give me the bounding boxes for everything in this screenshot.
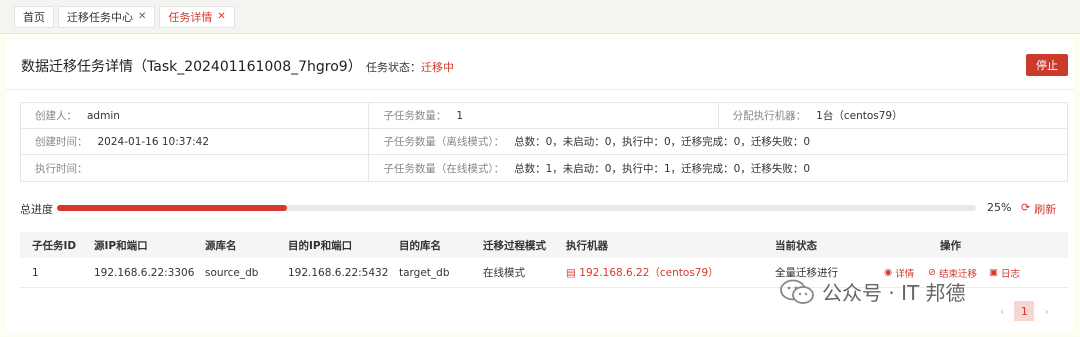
- watermark-text: 公众号 · IT 邦德: [822, 281, 966, 305]
- machine-link-label: 192.168.6.22（centos79）: [579, 267, 719, 279]
- watermark: 公众号 · IT 邦德: [780, 277, 966, 306]
- status-badge: 迁移中: [421, 61, 454, 74]
- col-subtask-id: 子任务ID: [32, 239, 77, 252]
- tab-bar: 首页 迁移任务中心 ✕ 任务详情 ✕: [0, 0, 1080, 34]
- prev-page-icon[interactable]: ‹: [1000, 305, 1004, 318]
- status-label: 任务状态：: [366, 61, 421, 74]
- col-source-ip: 源IP和端口: [94, 239, 148, 252]
- tab-task-detail-label: 任务详情: [168, 10, 213, 24]
- info-row: 创建人： admin 子任务数量： 1 分配执行机器： 1台（centos79）: [21, 103, 1067, 129]
- subtask-count-label: 子任务数量：: [383, 110, 447, 122]
- created-cell: 创建时间： 2024-01-16 10:37:42: [21, 129, 370, 154]
- log-label: 日志: [1000, 268, 1020, 280]
- col-mode: 迁移过程模式: [483, 239, 546, 252]
- subtask-count-cell: 子任务数量： 1: [369, 103, 717, 128]
- machine-link[interactable]: ▤ 192.168.6.22（centos79）: [566, 265, 719, 280]
- page-number[interactable]: 1: [1014, 301, 1035, 321]
- refresh-button[interactable]: ⟳ 刷新: [1021, 201, 1056, 217]
- info-row: 执行时间： 子任务数量（在线模式）： 总数：1，未启动：0，执行中：1，迁移完成：…: [21, 155, 1067, 181]
- exec-time-label: 执行时间：: [35, 162, 88, 175]
- creator-value: admin: [87, 109, 120, 122]
- server-icon: ▤: [566, 267, 580, 279]
- close-icon[interactable]: ✕: [217, 11, 225, 22]
- page-title: 数据迁移任务详情（Task_202401161008_7hgro9）: [21, 59, 362, 75]
- detail-header: 数据迁移任务详情（Task_202401161008_7hgro9） 任务状态：…: [6, 40, 1074, 90]
- machine-label: 分配执行机器：: [732, 110, 807, 122]
- refresh-label: 刷新: [1034, 203, 1057, 216]
- table-header: 子任务ID 源IP和端口 源库名 目的IP和端口 目的库名 迁移过程模式 执行机…: [20, 232, 1068, 258]
- created-label: 创建时间：: [35, 136, 88, 148]
- col-target-db: 目的库名: [399, 239, 441, 252]
- online-label: 子任务数量（在线模式）：: [383, 162, 505, 175]
- creator-label: 创建人：: [35, 110, 77, 122]
- progress-section: 总进度 25% ⟳ 刷新: [20, 201, 1070, 217]
- offline-label: 子任务数量（离线模式）：: [383, 136, 505, 148]
- tab-home[interactable]: 首页: [14, 5, 54, 28]
- info-grid: 创建人： admin 子任务数量： 1 分配执行机器： 1台（centos79） 创建…: [20, 102, 1068, 182]
- creator-cell: 创建人： admin: [21, 103, 370, 128]
- log-button[interactable]: ▣ 日志: [989, 266, 1020, 280]
- offline-value: 总数：0，未启动：0，执行中：0，迁移完成：0，迁移失败：0: [514, 136, 810, 148]
- cell-subtask-id: 1: [32, 266, 39, 279]
- tab-migration-center-label: 迁移任务中心: [67, 10, 133, 24]
- exec-time-cell: 执行时间：: [21, 155, 370, 181]
- progress-label: 总进度: [20, 203, 53, 216]
- progress-fill: [57, 205, 287, 211]
- refresh-icon: ⟳: [1021, 201, 1031, 214]
- col-actions: 操作: [940, 239, 961, 252]
- col-source-db: 源库名: [205, 239, 237, 252]
- machine-cell: 分配执行机器： 1台（centos79）: [717, 103, 1067, 128]
- cell-target-ip: 192.168.6.22:5432: [288, 266, 389, 279]
- wechat-icon: [780, 279, 814, 304]
- machine-value: 1台（centos79）: [816, 110, 903, 122]
- pagination: ‹ 1 ›: [1000, 301, 1049, 321]
- tab-home-label: 首页: [23, 10, 45, 24]
- progress-percent: 25%: [987, 201, 1012, 214]
- progress-bar: [57, 205, 976, 211]
- cell-source-ip: 192.168.6.22:3306: [94, 266, 195, 279]
- cell-source-db: source_db: [205, 266, 259, 279]
- online-cell: 子任务数量（在线模式）： 总数：1，未启动：0，执行中：1，迁移完成：0，迁移失败…: [369, 155, 1067, 181]
- offline-cell: 子任务数量（离线模式）： 总数：0，未启动：0，执行中：0，迁移完成：0，迁移失败…: [369, 129, 1067, 154]
- created-value: 2024-01-16 10:37:42: [97, 135, 210, 148]
- document-icon: ▣: [989, 267, 998, 278]
- cell-mode: 在线模式: [483, 267, 525, 279]
- col-machine: 执行机器: [566, 239, 608, 252]
- next-page-icon[interactable]: ›: [1044, 305, 1048, 318]
- tab-migration-center[interactable]: 迁移任务中心 ✕: [58, 5, 156, 28]
- online-value: 总数：1，未启动：0，执行中：1，迁移完成：0，迁移失败：0: [514, 162, 810, 175]
- close-icon[interactable]: ✕: [138, 11, 146, 22]
- info-row: 创建时间： 2024-01-16 10:37:42 子任务数量（离线模式）： 总数：…: [21, 129, 1067, 155]
- tab-task-detail[interactable]: 任务详情 ✕: [159, 5, 235, 28]
- col-target-ip: 目的IP和端口: [288, 239, 353, 252]
- col-state: 当前状态: [775, 239, 817, 252]
- stop-button[interactable]: 停止: [1026, 54, 1068, 76]
- cell-target-db: target_db: [399, 266, 450, 279]
- subtask-count-value: 1: [456, 109, 464, 122]
